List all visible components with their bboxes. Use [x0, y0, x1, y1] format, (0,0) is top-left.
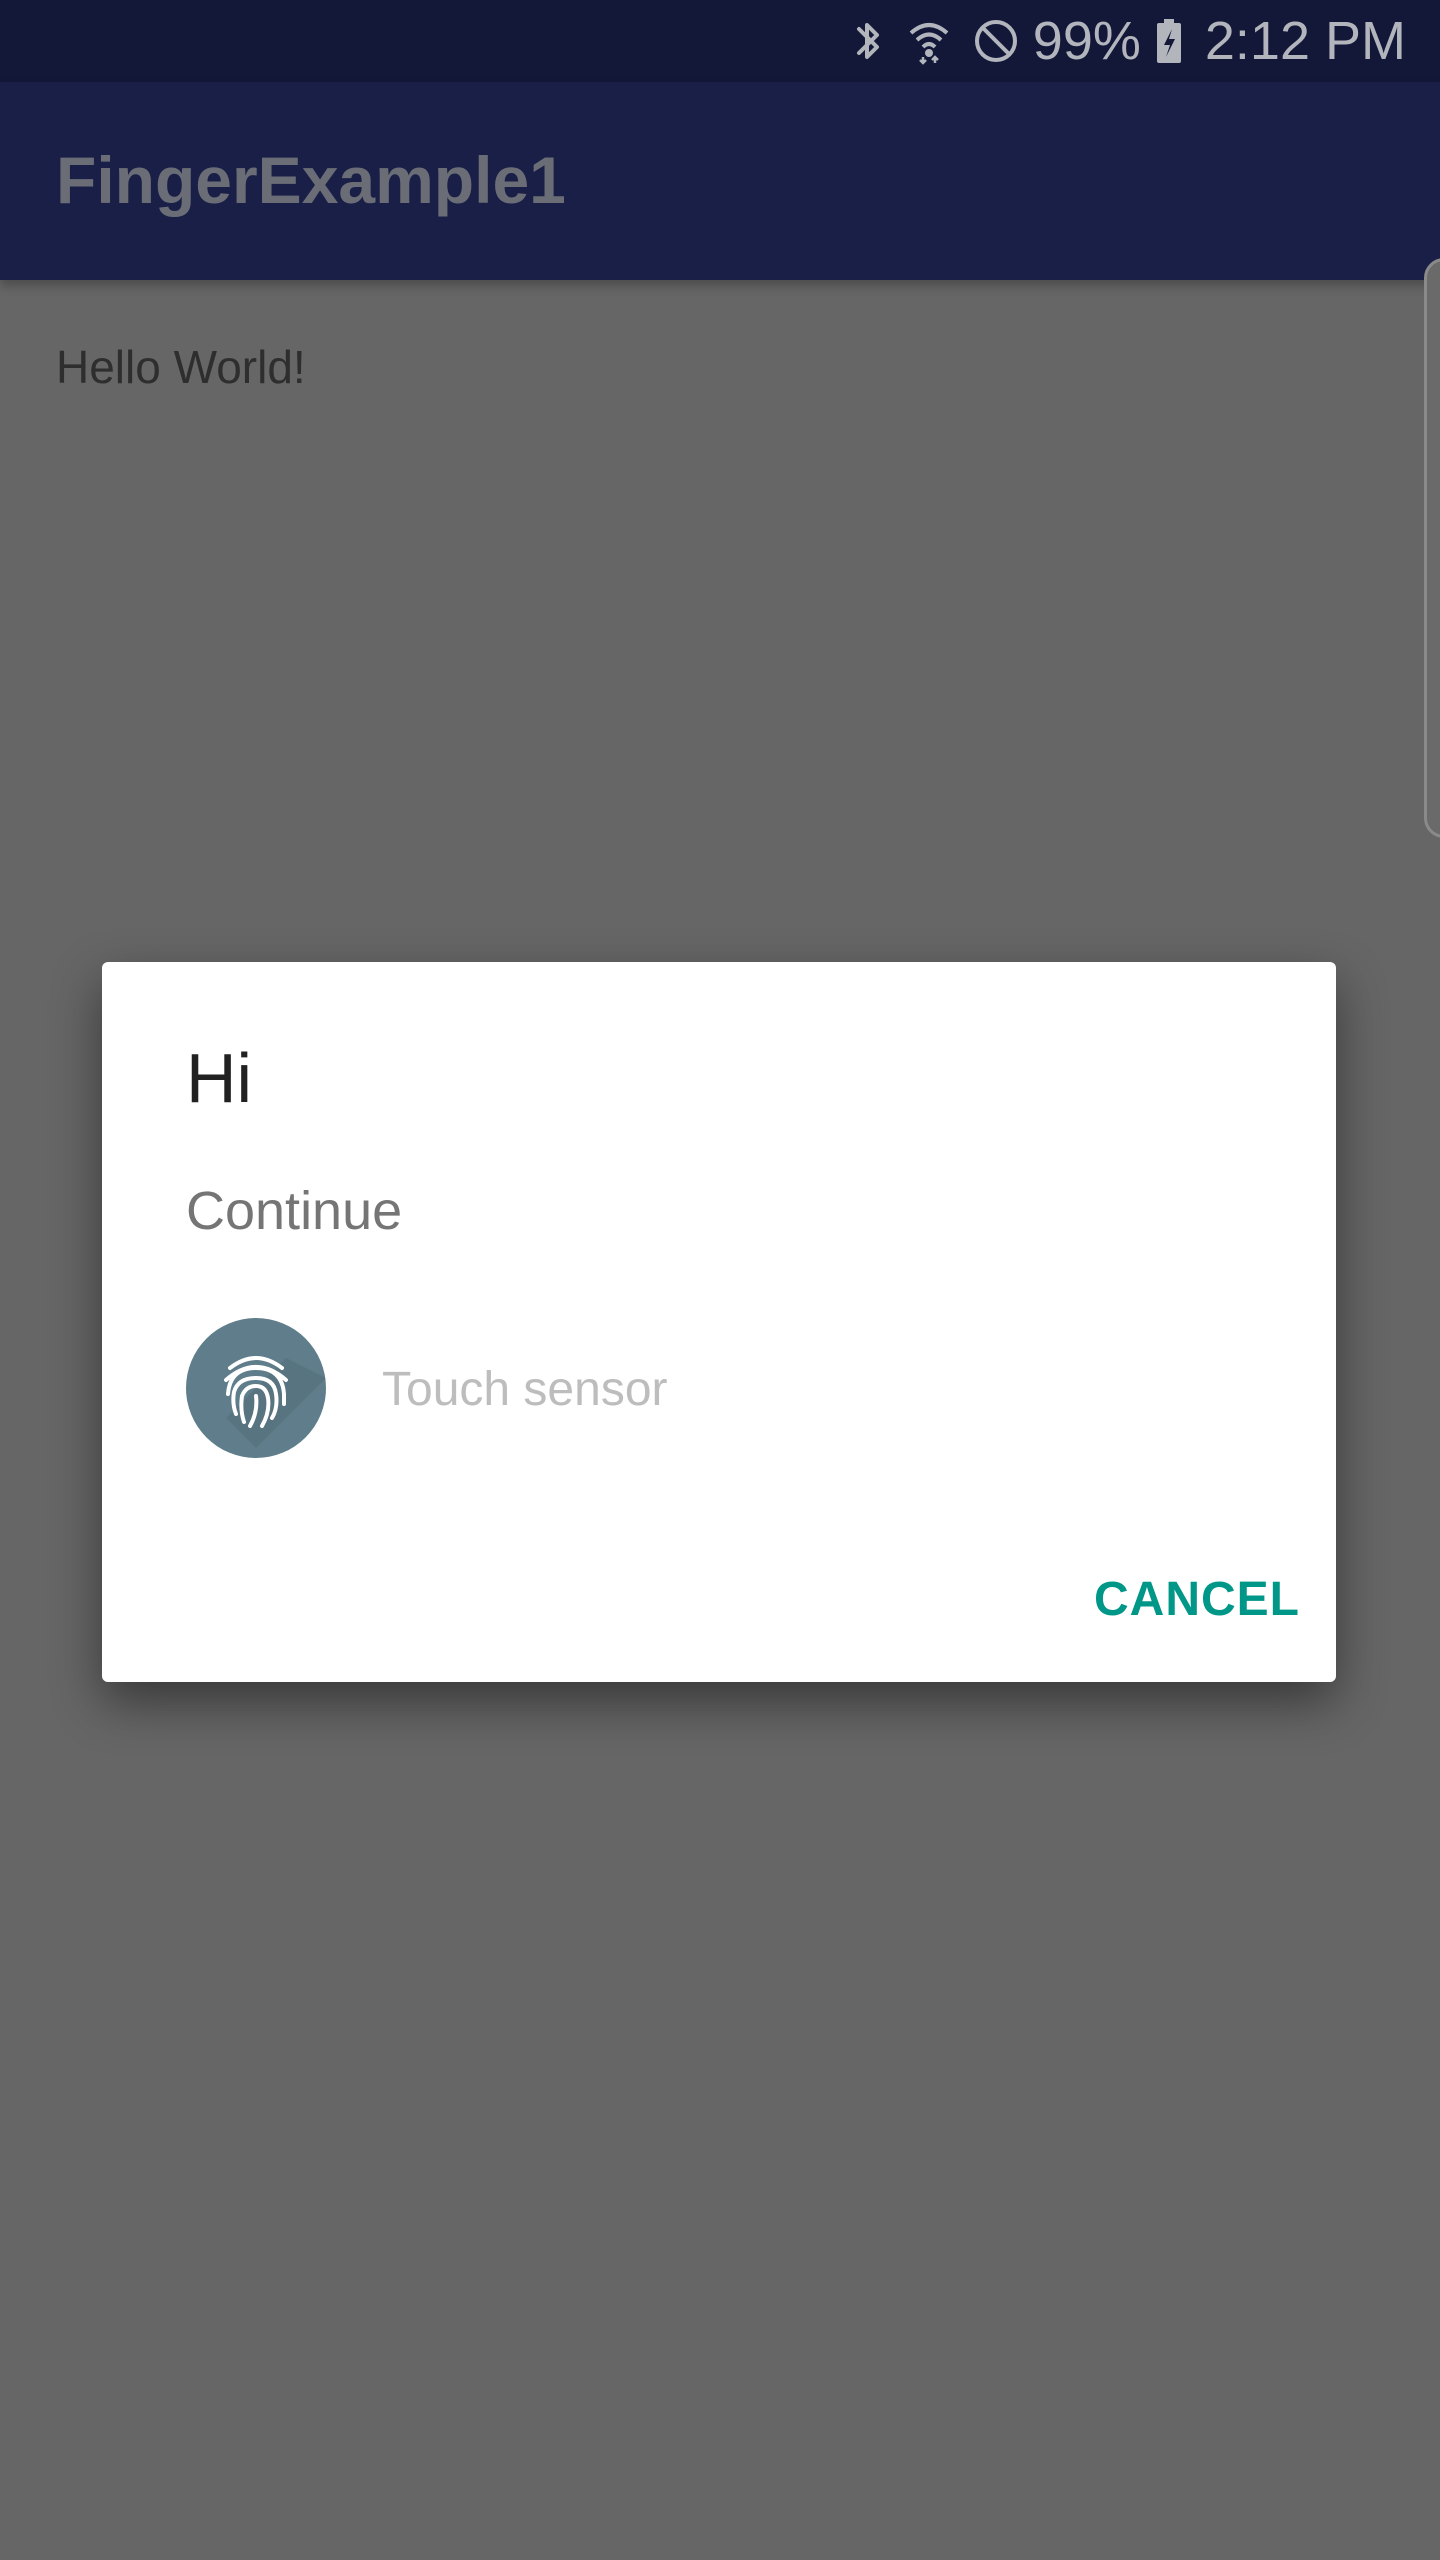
battery-charging-icon: [1155, 17, 1183, 65]
do-not-disturb-icon: [973, 18, 1019, 64]
app-bar: FingerExample1: [0, 82, 1440, 280]
dialog-title: Hi: [186, 1039, 253, 1117]
edge-panel-handle[interactable]: [1424, 258, 1440, 838]
wifi-icon: [907, 17, 951, 65]
status-bar: 99% 2:12 PM: [0, 0, 1440, 82]
app-title: FingerExample1: [56, 143, 566, 217]
touch-sensor-label: Touch sensor: [382, 1363, 668, 1416]
battery-percentage: 99%: [1032, 11, 1141, 71]
fingerprint-icon: [186, 1318, 326, 1458]
dialog-subtitle: Continue: [186, 1181, 403, 1241]
fingerprint-dialog: Hi Continue Touch sensor CANCEL: [102, 962, 1336, 1682]
bluetooth-icon: [851, 17, 885, 65]
hello-world-text: Hello World!: [56, 341, 306, 393]
clock: 2:12 PM: [1204, 11, 1406, 71]
cancel-button[interactable]: CANCEL: [1062, 1554, 1300, 1644]
